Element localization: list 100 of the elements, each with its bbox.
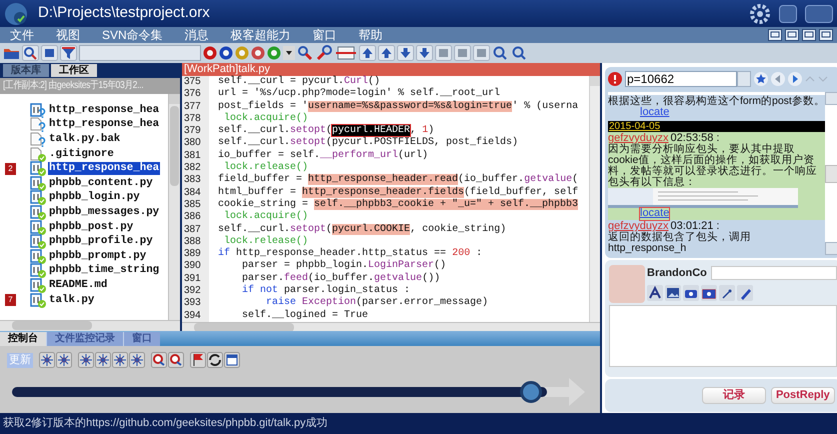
- calendar-icon[interactable]: [224, 352, 240, 368]
- menu-item[interactable]: 极客超能力: [230, 27, 291, 43]
- tree-item[interactable]: http_response_hea: [48, 162, 160, 176]
- code-line: if not parser.login_status :: [241, 285, 410, 296]
- change-count-badge: 7: [5, 294, 16, 306]
- editor-tab[interactable]: [WorkPath]talk.py: [182, 63, 600, 76]
- star-icon[interactable]: [754, 72, 768, 86]
- message-time: 02:53:58 :: [670, 132, 720, 144]
- tree-item[interactable]: phpbb_prompt.py: [48, 250, 148, 263]
- slider-thumb[interactable]: [520, 381, 542, 403]
- text-input[interactable]: [710, 266, 837, 280]
- code-line: lock.release(): [223, 162, 308, 174]
- line-number: 387: [182, 224, 209, 236]
- code-line: if http_response_header.http_status == 200 :: [217, 248, 482, 260]
- tree-item[interactable]: phpbb_profile.py: [48, 235, 154, 248]
- search-field[interactable]: [79, 45, 201, 61]
- horizontal-scrollbar[interactable]: [182, 322, 600, 332]
- search-icon[interactable]: [511, 45, 528, 61]
- author-link[interactable]: gefzvyduyzx: [608, 220, 669, 232]
- search-icon[interactable]: [22, 45, 39, 61]
- image-icon[interactable]: [665, 284, 681, 300]
- line-number: 376: [182, 88, 209, 101]
- search-icon[interactable]: [492, 45, 509, 61]
- back-icon[interactable]: [771, 72, 785, 86]
- save-icon[interactable]: [41, 45, 58, 61]
- font-icon[interactable]: [647, 284, 663, 300]
- console-tab[interactable]: 文件监控记录: [46, 332, 123, 346]
- line-number: 391: [182, 272, 209, 286]
- line-number: 380: [182, 137, 209, 150]
- circle-icon[interactable]: [203, 46, 217, 60]
- message-input[interactable]: [609, 305, 837, 367]
- tree-item[interactable]: http_response_hea: [48, 118, 160, 132]
- filter-icon[interactable]: [60, 45, 77, 61]
- menu-item[interactable]: 帮助: [358, 27, 383, 43]
- screenshot-icon[interactable]: [701, 284, 717, 300]
- tree-item[interactable]: phpbb_post.py: [48, 220, 134, 234]
- tree-item[interactable]: talk.py: [48, 294, 96, 307]
- search-icon[interactable]: [297, 45, 314, 61]
- tree-item[interactable]: phpbb_messages.py: [48, 206, 160, 219]
- send-button[interactable]: PostReply: [770, 387, 835, 404]
- tree-item[interactable]: http_response_hea: [48, 104, 160, 117]
- tree-item[interactable]: phpbb_login.py: [48, 191, 141, 204]
- console-tab[interactable]: 控制台: [0, 332, 46, 346]
- menu-item[interactable]: 视图: [56, 27, 80, 43]
- eraser-icon[interactable]: [737, 284, 753, 300]
- menu-item[interactable]: 窗口: [312, 27, 337, 43]
- flag-icon[interactable]: [190, 352, 206, 368]
- arrow-icon: [545, 378, 585, 406]
- code-line: cookie_string = self.__phpbb3_cookie + "_u=" + self.__phpbb3: [217, 198, 578, 210]
- line-number: 379: [182, 125, 209, 138]
- menu-item[interactable]: 文件: [10, 27, 34, 43]
- code-line: self.__curl = pycurl.Curl(): [217, 76, 380, 88]
- search-icon[interactable]: [168, 352, 184, 368]
- line-number: 384: [182, 186, 209, 199]
- circle-icon[interactable]: [219, 46, 233, 60]
- send-button[interactable]: 记录: [702, 387, 766, 404]
- pin-icon[interactable]: [719, 284, 735, 300]
- line-number: 382: [182, 162, 209, 174]
- tree-item[interactable]: phpbb_content.py: [48, 176, 154, 190]
- locate-link[interactable]: locate: [640, 107, 670, 119]
- panel-tab[interactable]: 工作区: [51, 64, 97, 77]
- line-number: 383: [182, 174, 209, 187]
- split-icon[interactable]: [335, 45, 357, 61]
- code-line: self.__curl.setopt(pycurl.COOKIE, cookie_string): [217, 224, 506, 236]
- tree-item[interactable]: talk.py.bak: [48, 132, 122, 146]
- line-number: 378: [182, 112, 209, 126]
- menu-item[interactable]: 消息: [184, 27, 209, 43]
- refresh-icon[interactable]: [207, 352, 223, 368]
- tree-item[interactable]: phpbb_time_string: [48, 264, 160, 278]
- horizontal-scrollbar[interactable]: [0, 320, 180, 331]
- message-time: 03:01:21 :: [670, 220, 720, 232]
- code-line: raise Exception(parser.error_message): [265, 297, 488, 310]
- tree-item[interactable]: README.md: [48, 278, 108, 292]
- asterisk-icon[interactable]: [39, 352, 55, 368]
- progress-slider[interactable]: [12, 381, 547, 403]
- tree-item[interactable]: .gitignore: [48, 148, 115, 161]
- code-line: self.__curl.setopt(pycurl.HEADER, 1): [217, 125, 434, 136]
- window-title: D:\Projects\testproject.orx: [38, 3, 210, 24]
- line-number: 381: [182, 150, 209, 162]
- vertical-scrollbar[interactable]: [589, 76, 600, 322]
- settings-icon[interactable]: [749, 2, 771, 24]
- menu-item[interactable]: SVN命令集: [102, 27, 163, 43]
- code-line: lock.acquire(): [223, 112, 308, 124]
- code-line: self.__curl.setopt(pycurl.POSTFIELDS, post_fields): [217, 137, 518, 150]
- user-name: BrandonCo: [647, 266, 707, 281]
- console-tab[interactable]: 窗口: [123, 332, 160, 346]
- caret-icon[interactable]: [283, 46, 295, 60]
- author-link[interactable]: gefzvyduyzx: [608, 132, 669, 144]
- circle-icon[interactable]: [251, 46, 265, 60]
- camera-icon[interactable]: [683, 284, 699, 300]
- locate-link[interactable]: locate: [640, 208, 670, 220]
- code-line: io_buffer = self.__perform_url(url): [217, 150, 428, 162]
- search-icon[interactable]: [151, 352, 167, 368]
- panel-tab[interactable]: 版本库: [3, 64, 49, 77]
- url-field[interactable]: p=10662: [625, 71, 737, 87]
- vertical-scrollbar[interactable]: [824, 92, 837, 255]
- code-line: lock.acquire(): [223, 211, 308, 224]
- vertical-scrollbar[interactable]: [168, 94, 180, 320]
- forward-icon[interactable]: [788, 72, 802, 86]
- code-line: url = '%s/ucp.php?mode=login' % self.__root_url: [217, 88, 500, 100]
